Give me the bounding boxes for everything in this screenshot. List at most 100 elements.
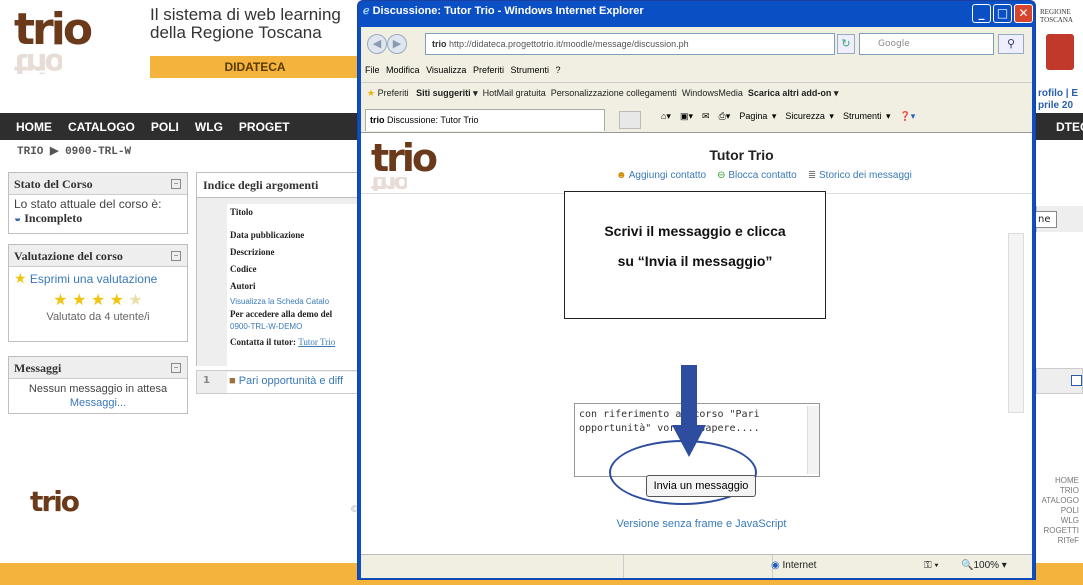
collapse-icon[interactable]: −	[171, 179, 181, 189]
menu-modifica[interactable]: Modifica	[386, 65, 420, 75]
footer-links: HOME TRIO ATALOGO POLI WLG ROGETTI RITeF	[1042, 476, 1080, 546]
topic-link[interactable]: ■ Pari opportunità e diff	[227, 372, 359, 393]
breadcrumb[interactable]: TRIO ▶ 0900-TRL-W	[17, 144, 131, 158]
nav-home[interactable]: HOME	[16, 120, 52, 134]
protected-mode-icon[interactable]: ⚿ ▾	[924, 560, 939, 571]
collapse-icon[interactable]: −	[171, 363, 181, 373]
field-data-pubblicazione: Data pubblicazione	[230, 230, 305, 240]
trio-logo[interactable]: trio	[14, 8, 93, 52]
message-history-link[interactable]: Storico dei messaggi	[819, 170, 912, 181]
window-title: ℯ Discussione: Tutor Trio - Windows Inte…	[363, 4, 644, 17]
footer-link-home[interactable]: HOME	[1042, 476, 1079, 486]
menu-file[interactable]: File	[365, 65, 380, 75]
footer-link-poli[interactable]: POLI	[1042, 506, 1079, 516]
footer-link-catalogo[interactable]: ATALOGO	[1042, 496, 1080, 506]
scheda-catalogo-link[interactable]: Visualizza la Scheda Catalo	[230, 295, 363, 308]
course-fields: Titolo Data pubblicazione Descrizione Co…	[227, 204, 363, 366]
stato-text: Lo stato attuale del corso è:	[14, 197, 162, 211]
tab-favicon: trio	[370, 115, 385, 125]
home-icon[interactable]: ⌂▾	[661, 111, 671, 121]
site-tagline: Il sistema di web learning della Regione…	[150, 6, 341, 42]
footer-link-ritef[interactable]: RITeF	[1042, 536, 1079, 546]
tab-label[interactable]: Discussione: Tutor Trio	[387, 115, 479, 125]
status-dot-icon: ◒	[14, 211, 22, 225]
star-icon: ★	[14, 270, 27, 286]
security-menu[interactable]: Sicurezza ▾	[785, 111, 834, 121]
collapse-icon[interactable]	[1071, 375, 1082, 386]
stato-status: ◒ Incompleto	[14, 211, 182, 225]
profile-links-partial[interactable]: rofilo | E prile 20	[1038, 88, 1078, 112]
status-zone: ◉ Internet	[771, 560, 816, 571]
message-header: trio trio Tutor Trio ☻ Aggiungi contatto…	[361, 133, 1032, 191]
collapse-icon[interactable]: −	[171, 251, 181, 261]
footer-link-trio[interactable]: TRIO	[1042, 486, 1079, 496]
menu-strumenti[interactable]: Strumenti	[510, 65, 549, 75]
feeds-icon[interactable]: ▣▾	[680, 111, 693, 121]
maximize-icon[interactable]: □	[993, 4, 1012, 23]
forward-icon[interactable]: ▶	[387, 34, 407, 54]
menu-visualizza[interactable]: Visualizza	[426, 65, 466, 75]
add-contact-link[interactable]: Aggiungi contatto	[629, 170, 706, 181]
new-tab-button[interactable]	[619, 111, 641, 129]
noframe-link[interactable]: Versione senza frame e JavaScript	[361, 518, 1032, 530]
demo-link[interactable]: 0900-TRL-W-DEMO	[230, 320, 363, 334]
address-text[interactable]: http://didateca.progettotrio.it/moodle/m…	[449, 39, 689, 49]
status-zone-text: Internet	[782, 560, 817, 571]
help-icon[interactable]: ❓▾	[900, 111, 916, 121]
history-scrollbar[interactable]	[1008, 233, 1024, 413]
menu-bar: File Modifica Visualizza Preferiti Strum…	[365, 65, 561, 75]
instruction-callout: Scrivi il messaggio e clicca su “Invia i…	[564, 191, 826, 319]
block-body: Nessun messaggio in attesa Messaggi...	[9, 379, 187, 413]
nav-progetti[interactable]: PROGET	[239, 120, 290, 134]
tab-bar: trio Discussione: Tutor Trio ⌂▾ ▣▾ ✉ ⎙▾ …	[361, 107, 1032, 132]
print-icon[interactable]: ⎙▾	[719, 111, 731, 121]
address-bar[interactable]: trio http://didateca.progettotrio.it/moo…	[425, 33, 835, 55]
star-icon: ★	[109, 292, 124, 309]
fav-siti-suggeriti[interactable]: Siti suggeriti ▾	[416, 88, 478, 98]
star-empty-icon: ★	[128, 292, 143, 309]
nav-catalogo[interactable]: CATALOGO	[68, 120, 135, 134]
fav-hotmail[interactable]: HotMail gratuita	[483, 88, 546, 98]
menu-help[interactable]: ?	[556, 65, 561, 75]
nav-wlg[interactable]: WLG	[195, 120, 223, 134]
nav-didateca-partial[interactable]: DTECA	[1056, 120, 1083, 134]
refresh-icon[interactable]: ↻	[837, 34, 855, 54]
block-contact-link[interactable]: Blocca contatto	[728, 170, 796, 181]
fav-windowsmedia[interactable]: WindowsMedia	[682, 88, 743, 98]
search-icon[interactable]: ⚲	[998, 34, 1024, 54]
favorites-star-icon: ★	[367, 88, 376, 98]
send-message-button[interactable]: Invia un messaggio	[646, 475, 756, 497]
fav-personalizzazione[interactable]: Personalizzazione collegamenti	[551, 88, 677, 98]
demo-label: Per accedere alla demo del	[230, 309, 333, 319]
nav-poli[interactable]: POLI	[151, 120, 179, 134]
back-icon[interactable]: ◀	[367, 34, 387, 54]
contatta-tutor-link[interactable]: Tutor Trio	[298, 337, 335, 347]
block-contact-icon: ⊖	[717, 170, 726, 181]
messaggi-link[interactable]: Messaggi...	[14, 396, 182, 410]
tutor-name: Tutor Trio	[709, 147, 774, 163]
tools-menu[interactable]: Strumenti ▾	[843, 111, 891, 121]
topic-link-text[interactable]: Pari opportunità e diff	[239, 375, 343, 387]
menu-preferiti[interactable]: Preferiti	[473, 65, 504, 75]
profile-link-partial[interactable]: rofilo | E	[1038, 88, 1078, 100]
mail-icon[interactable]: ✉	[702, 111, 710, 121]
tab-discussione[interactable]: trio Discussione: Tutor Trio	[365, 109, 605, 131]
close-icon[interactable]: ✕	[1014, 4, 1033, 23]
textarea-scrollbar[interactable]	[807, 406, 819, 474]
site-favicon: trio	[432, 39, 447, 49]
search-input[interactable]: Google	[859, 33, 994, 55]
footer-trio-logo[interactable]: trio	[30, 487, 80, 517]
zoom-control[interactable]: 🔍100% ▾	[961, 560, 1007, 571]
favorites-button[interactable]: Preferiti	[378, 88, 409, 98]
contatta-label: Contatta il tutor:	[230, 337, 296, 347]
rate-link-text[interactable]: Esprimi una valutazione	[30, 272, 157, 286]
footer-link-wlg[interactable]: WLG	[1042, 516, 1079, 526]
fav-addon[interactable]: Scarica altri add-on ▾	[748, 88, 839, 98]
page-menu[interactable]: Pagina ▾	[739, 111, 776, 121]
footer-link-progetti[interactable]: ROGETTI	[1042, 526, 1079, 536]
rate-link[interactable]: ★ Esprimi una valutazione	[14, 270, 182, 287]
right-button-partial[interactable]: ne	[1035, 211, 1057, 228]
block-title-text: Messaggi	[14, 361, 62, 375]
minimize-icon[interactable]: _	[972, 4, 991, 23]
zoom-level[interactable]: 100%	[973, 560, 999, 571]
